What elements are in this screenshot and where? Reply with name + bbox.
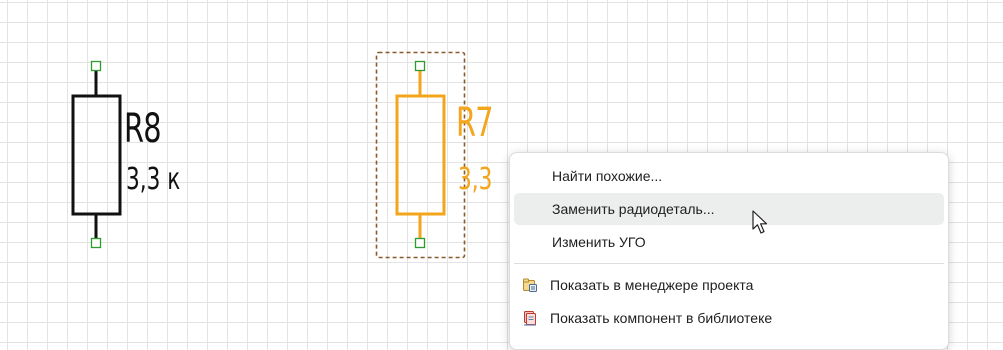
menu-item-show-in-library[interactable]: Показать компонент в библиотеке [514,302,944,334]
library-icon [522,310,538,326]
mouse-cursor-icon [752,210,768,234]
schematic-canvas[interactable]: R8 3,3 к R7 3,3 Найти похожие... Заменит… [0,0,1003,350]
project-manager-icon [522,277,538,293]
resistor-r8[interactable] [71,60,122,249]
menu-item-label: Показать в менеджере проекта [550,277,754,293]
context-menu: Найти похожие... Заменить радиодеталь...… [509,152,949,350]
r8-pin-bottom[interactable] [90,237,102,249]
r7-pin-bottom[interactable] [414,237,426,249]
r8-value: 3,3 к [126,162,181,197]
menu-item-label: Показать компонент в библиотеке [550,310,773,326]
menu-item-label: Изменить УГО [552,234,646,250]
menu-item-show-in-project-manager[interactable]: Показать в менеджере проекта [514,269,944,301]
r7-pin-top[interactable] [414,60,426,72]
resistor-r7[interactable] [395,60,446,249]
r7-value: 3,3 [458,162,493,197]
menu-item-replace-part[interactable]: Заменить радиодеталь... [514,193,944,225]
r8-designator: R8 [124,106,162,152]
menu-item-label: Найти похожие... [552,168,663,184]
r8-pin-top[interactable] [90,60,102,72]
menu-item-label: Заменить радиодеталь... [552,201,715,217]
menu-separator [514,263,944,264]
r8-body [71,94,122,216]
r7-designator: R7 [456,100,494,146]
menu-item-find-similar[interactable]: Найти похожие... [514,160,944,192]
r7-body [395,94,446,216]
menu-item-edit-symbol[interactable]: Изменить УГО [514,226,944,258]
